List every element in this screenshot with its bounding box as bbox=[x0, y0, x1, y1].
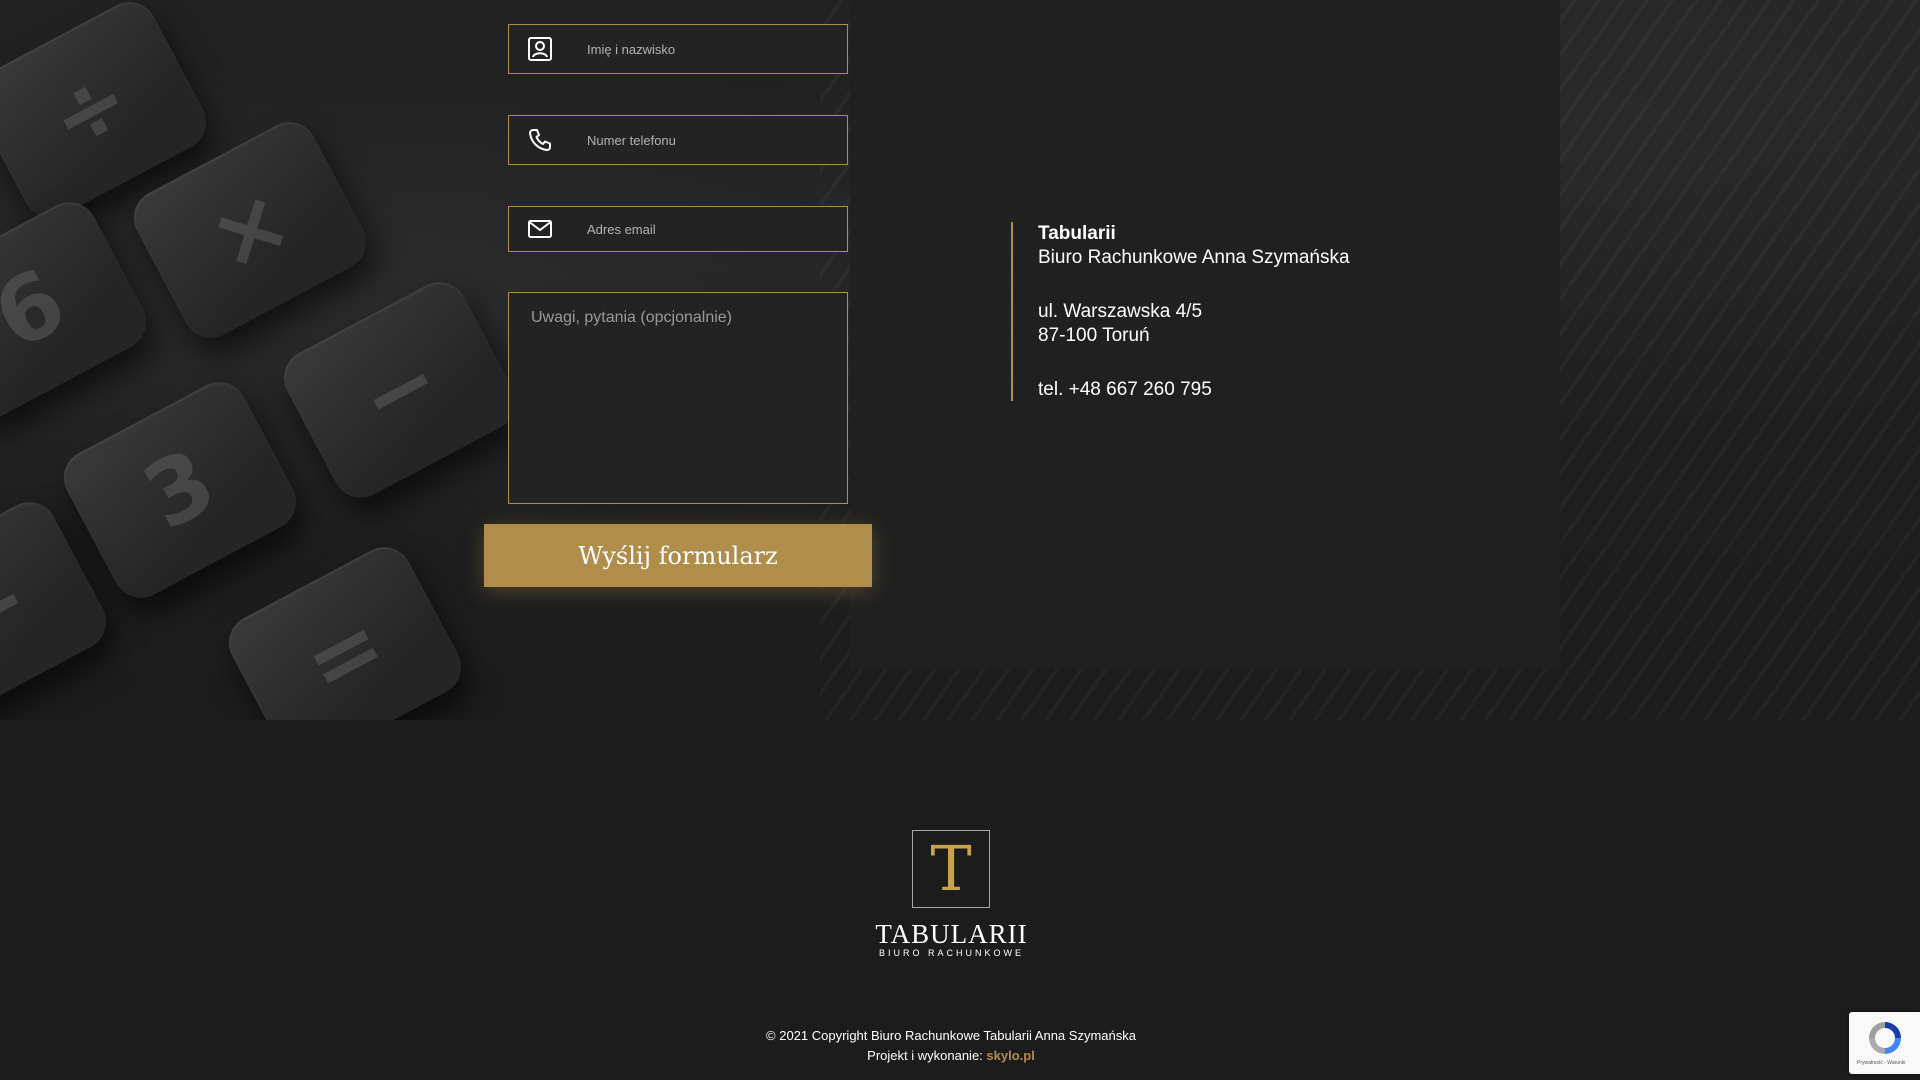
background-key: = bbox=[219, 537, 471, 720]
logo-mark: T bbox=[912, 830, 990, 908]
phone-number: tel. +48 667 260 795 bbox=[1038, 379, 1212, 400]
logo-tagline: BIURO RACHUNKOWE bbox=[878, 948, 1024, 958]
background-key: − bbox=[274, 272, 526, 508]
recaptcha-icon bbox=[1869, 1022, 1901, 1054]
contact-divider bbox=[1011, 222, 1013, 401]
contact-section: ÷ × 6 − 3 − = bbox=[0, 0, 1920, 720]
email-input[interactable] bbox=[585, 207, 839, 251]
message-field[interactable] bbox=[508, 292, 848, 504]
background-key: 6 bbox=[0, 192, 156, 428]
submit-button[interactable]: Wyślij formularz bbox=[484, 524, 872, 587]
name-input[interactable] bbox=[585, 25, 839, 73]
logo-name: TABULARII bbox=[875, 919, 1028, 949]
message-textarea[interactable] bbox=[509, 293, 847, 503]
mail-icon bbox=[528, 220, 552, 238]
email-field[interactable] bbox=[508, 206, 848, 252]
copyright-text: © 2021 Copyright Biuro Rachunkowe Tabula… bbox=[766, 1028, 1136, 1043]
credit-line: Projekt i wykonanie: skylo.pl bbox=[0, 1046, 1902, 1066]
background-key: 3 bbox=[54, 372, 306, 608]
phone-input[interactable] bbox=[585, 116, 839, 164]
street-address: ul. Warszawska 4/5 bbox=[1038, 301, 1203, 322]
phone-field[interactable] bbox=[508, 115, 848, 165]
recaptcha-badge[interactable]: Prywatność - Warunki bbox=[1849, 1012, 1920, 1074]
city-address: 87-100 Toruń bbox=[1038, 325, 1150, 346]
name-field[interactable] bbox=[508, 24, 848, 74]
recaptcha-footer-text[interactable]: Prywatność - Warunki bbox=[1857, 1060, 1905, 1066]
company-name: Tabularii bbox=[1038, 223, 1116, 244]
phone-icon bbox=[529, 129, 551, 151]
user-icon bbox=[528, 37, 552, 61]
contact-info-panel bbox=[850, 0, 1560, 669]
credit-link[interactable]: skylo.pl bbox=[986, 1048, 1034, 1063]
company-full-name: Biuro Rachunkowe Anna Szymańska bbox=[1038, 247, 1350, 268]
credit-prefix: Projekt i wykonanie: bbox=[867, 1048, 987, 1063]
